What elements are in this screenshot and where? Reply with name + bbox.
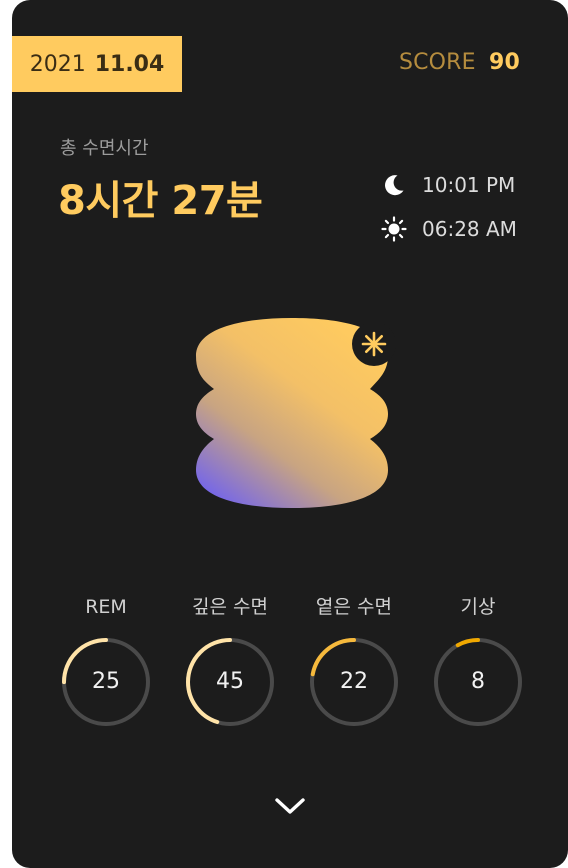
stage-ring: 22 [308,636,400,728]
stage-value: 8 [471,669,485,694]
stage-label: 기상 [460,596,496,618]
bedtime-row: 10:01 PM [380,171,515,199]
sleep-blob-illustration [192,316,396,512]
wake-time-row: 06:28 AM [380,215,517,243]
bedtime-text: 10:01 PM [422,173,516,197]
stage-ring: 25 [60,636,152,728]
date-year: 2021 [29,51,86,77]
score-value: 90 [488,50,520,75]
stage-deep-sleep: 깊은 수면 45 [170,592,290,728]
stage-label: 옅은 수면 [316,596,392,618]
sleep-score: SCORE 90 [399,50,520,75]
stage-awake: 기상 8 [418,592,538,728]
sparkle-icon [352,322,396,366]
stage-value: 25 [92,669,120,694]
sleep-summary-card: 2021 11.04 SCORE 90 총 수면시간 8시간 27분 10:01… [12,0,568,868]
stage-light-sleep: 옅은 수면 22 [294,592,414,728]
score-label: SCORE [398,50,476,75]
moon-icon [380,171,408,199]
stage-value: 45 [216,669,244,694]
expand-button[interactable] [268,790,312,822]
wake-time-text: 06:28 AM [422,217,517,241]
total-sleep-label: 총 수면시간 [60,138,149,159]
total-sleep-value: 8시간 27분 [58,178,263,224]
sun-icon [380,215,408,243]
date-badge: 2021 11.04 [12,36,182,92]
stage-label: REM [85,596,127,618]
stage-value: 22 [340,669,368,694]
stage-ring: 8 [432,636,524,728]
chevron-down-icon [275,798,305,814]
stage-label: 깊은 수면 [192,596,268,618]
stage-ring: 45 [184,636,276,728]
date-month-day: 11.04 [94,51,165,77]
stage-rem: REM 25 [46,592,166,728]
sleep-stages: REM 25 깊은 수면 45 옅은 수면 22 기상 8 [12,592,544,732]
